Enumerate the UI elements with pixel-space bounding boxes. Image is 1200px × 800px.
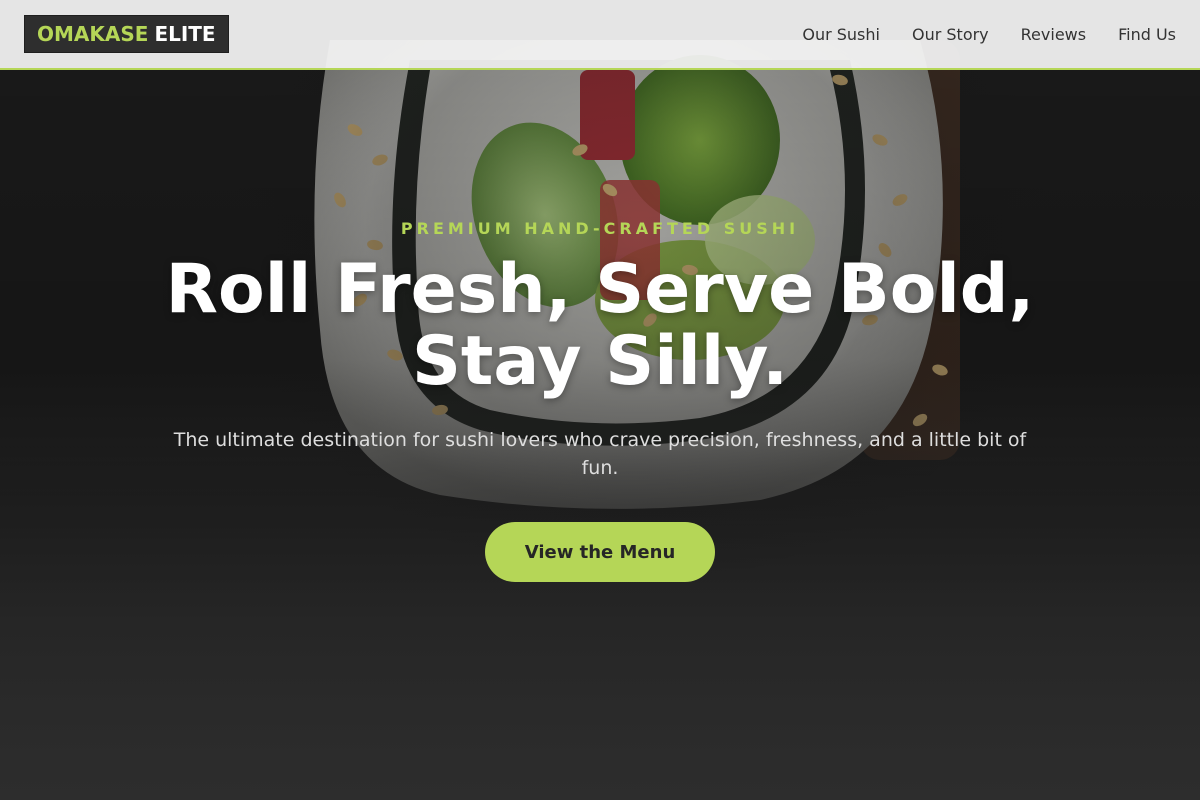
logo-secondary-text: ELITE — [154, 22, 216, 46]
hero-section: PREMIUM HAND-CRAFTED SUSHI Roll Fresh, S… — [0, 0, 1200, 800]
site-header: OMAKASE ELITE Our Sushi Our Story Reviews… — [0, 0, 1200, 70]
view-menu-button[interactable]: View the Menu — [485, 522, 715, 582]
logo-primary-text: OMAKASE — [37, 22, 149, 46]
hero-eyebrow: PREMIUM HAND-CRAFTED SUSHI — [400, 219, 800, 238]
nav-link-reviews[interactable]: Reviews — [1021, 25, 1086, 44]
hero-headline: Roll Fresh, Serve Bold, Stay Silly. — [165, 250, 1035, 401]
main-nav: Our Sushi Our Story Reviews Find Us — [770, 25, 1176, 44]
nav-link-our-story[interactable]: Our Story — [912, 25, 989, 44]
landing-page: OMAKASE ELITE Our Sushi Our Story Reviews… — [0, 0, 1200, 800]
brand-logo[interactable]: OMAKASE ELITE — [24, 15, 229, 53]
nav-link-find-us[interactable]: Find Us — [1118, 25, 1176, 44]
nav-link-our-sushi[interactable]: Our Sushi — [802, 25, 880, 44]
hero-subheadline: The ultimate destination for sushi lover… — [173, 429, 1027, 479]
